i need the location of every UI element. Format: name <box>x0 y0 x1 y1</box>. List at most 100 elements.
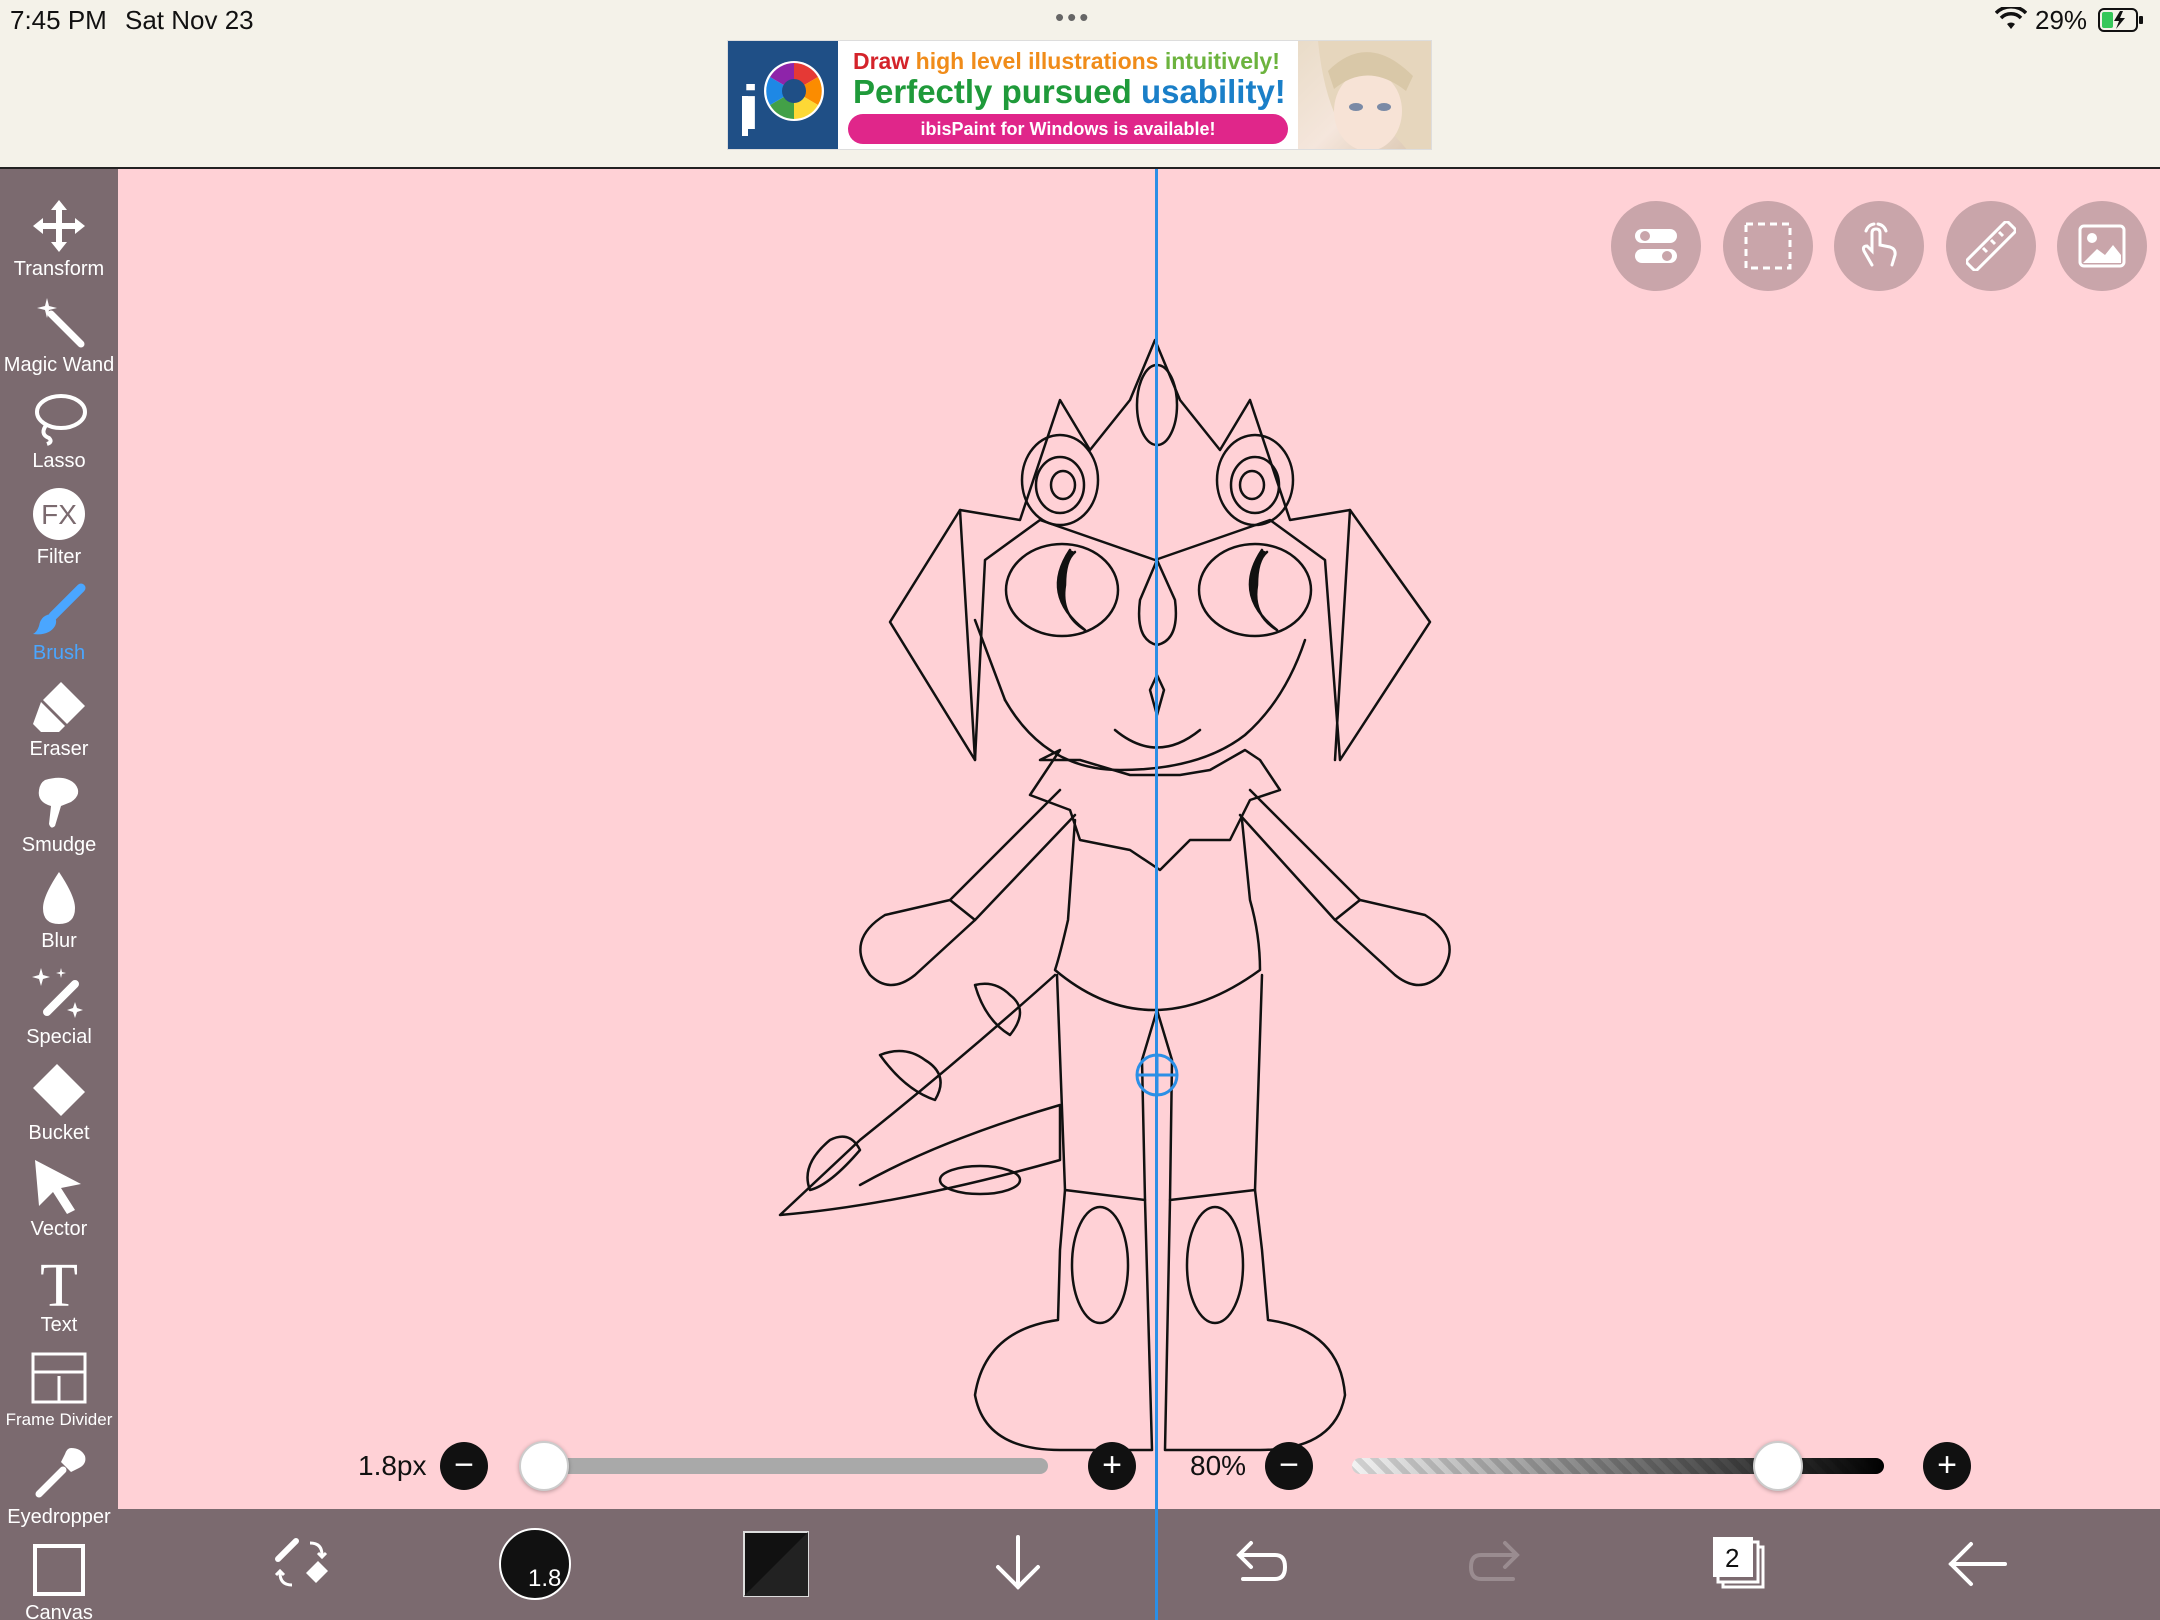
ad-word: Draw <box>853 48 910 74</box>
toggle-settings-button[interactable] <box>1611 201 1701 291</box>
download-button[interactable] <box>983 1529 1053 1599</box>
tool-label: Smudge <box>21 834 97 856</box>
tool-lasso[interactable]: Lasso <box>0 390 118 486</box>
brush-icon <box>33 583 86 635</box>
touch-gesture-button[interactable] <box>1834 201 1924 291</box>
tool-text[interactable]: T Text <box>0 1254 118 1350</box>
selection-icon <box>1744 222 1792 270</box>
drawing-canvas[interactable] <box>118 169 2160 1509</box>
status-time: 7:45 PM <box>10 5 107 35</box>
ruler-button[interactable] <box>1946 201 2036 291</box>
tool-blur[interactable]: Blur <box>0 870 118 966</box>
smudge-icon <box>38 777 79 828</box>
redo-icon <box>1468 1541 1520 1581</box>
ad-word: Perfectly pursued <box>853 73 1132 110</box>
vector-arrow-icon <box>35 1160 81 1214</box>
text-t-icon: T <box>40 1254 78 1310</box>
magic-wand-icon <box>37 298 85 348</box>
tool-bucket[interactable]: Bucket <box>0 1062 118 1158</box>
canvas-icon <box>33 1544 85 1596</box>
opacity-label: 80% <box>1190 1450 1247 1481</box>
battery-charging-icon <box>2098 8 2143 32</box>
brush-eraser-swap-button[interactable] <box>266 1529 336 1599</box>
lasso-icon <box>35 394 87 446</box>
opacity-increase-button[interactable]: + <box>1923 1442 1971 1490</box>
color-swatch-icon <box>743 1531 809 1597</box>
undo-icon <box>1236 1541 1288 1581</box>
ruler-icon <box>1966 221 2016 271</box>
tool-label: Canvas <box>25 1602 93 1620</box>
toggle-settings-icon <box>1635 229 1677 263</box>
brush-size-slider-knob[interactable] <box>519 1441 570 1491</box>
tool-special[interactable]: Special <box>0 966 118 1062</box>
tool-vector[interactable]: Vector <box>0 1158 118 1254</box>
tool-filter[interactable]: FX Filter <box>0 486 118 582</box>
brush-size-slider[interactable] <box>530 1458 1048 1474</box>
tool-label: Bucket <box>28 1122 90 1144</box>
opacity-decrease-button[interactable]: − <box>1265 1442 1313 1490</box>
layer-count: 2 <box>1725 1543 1740 1573</box>
tool-frame-divider[interactable]: Frame Divider <box>0 1350 118 1446</box>
redo-button[interactable] <box>1463 1529 1533 1599</box>
symmetry-ruler-guide[interactable] <box>1155 169 1158 1509</box>
tool-label: Text <box>40 1314 78 1336</box>
arrow-down-icon <box>996 1535 1040 1590</box>
tool-label: Special <box>26 1026 92 1048</box>
tool-label: Brush <box>32 642 86 664</box>
bucket-icon <box>33 1064 85 1116</box>
ad-word: high level illustrations <box>915 48 1159 74</box>
svg-text:FX: FX <box>41 499 77 530</box>
reference-image-icon <box>2078 224 2126 268</box>
brush-size-label: 1.8px <box>358 1450 427 1481</box>
tool-smudge[interactable]: Smudge <box>0 774 118 870</box>
tool-magic-wand[interactable]: Magic Wand <box>0 294 118 390</box>
ad-headline: Draw high level illustrations intuitivel… <box>853 48 1280 75</box>
eyedropper-icon <box>35 1448 86 1498</box>
tool-eraser[interactable]: Eraser <box>0 678 118 774</box>
back-button[interactable] <box>1943 1529 2013 1599</box>
ad-banner[interactable]: i Draw high level illustrations intuitiv… <box>727 40 1432 150</box>
selection-layer-button[interactable] <box>1723 201 1813 291</box>
tool-brush[interactable]: Brush <box>0 582 118 678</box>
tool-label: Frame Divider <box>5 1410 113 1429</box>
blur-drop-icon <box>43 872 75 924</box>
brush-size-increase-button[interactable]: + <box>1088 1442 1136 1490</box>
arrow-left-icon <box>1948 1542 2007 1586</box>
tool-label: Magic Wand <box>3 354 115 376</box>
brush-size-preview-button[interactable]: 1.8 <box>498 1527 572 1601</box>
ad-tagline: Perfectly pursued usability! <box>853 73 1286 111</box>
lineart-drawing <box>778 338 1451 1452</box>
bottom-toolbar: 1.8 2 <box>118 1509 2160 1620</box>
status-bar: 7:45 PM Sat Nov 23 ••• 29% <box>0 0 2160 40</box>
tool-label: Eyedropper <box>7 1506 111 1528</box>
frame-divider-icon <box>31 1352 87 1404</box>
tool-eyedropper[interactable]: Eyedropper <box>0 1446 118 1542</box>
status-date: Sat Nov 23 <box>125 5 254 35</box>
ruler-handle-icon[interactable] <box>1134 1052 1180 1098</box>
reference-image-button[interactable] <box>2057 201 2147 291</box>
tool-label: Blur <box>41 930 77 952</box>
opacity-slider-knob[interactable] <box>1752 1441 1803 1491</box>
move-arrows-icon <box>33 200 85 252</box>
brush-size-badge: 1.8 <box>528 1565 562 1592</box>
ibispaint-logo-icon: i <box>728 41 838 149</box>
undo-button[interactable] <box>1223 1529 1293 1599</box>
tool-label: Eraser <box>29 738 89 760</box>
ad-character-image <box>1298 41 1431 149</box>
color-picker-button[interactable] <box>743 1531 809 1597</box>
tool-label: Transform <box>13 258 105 280</box>
tool-transform[interactable]: Transform <box>0 198 118 294</box>
special-sparkle-icon <box>32 968 83 1018</box>
eraser-icon <box>33 682 85 732</box>
opacity-slider[interactable] <box>1352 1458 1884 1474</box>
ad-cta-pill[interactable]: ibisPaint for Windows is available! <box>848 114 1288 144</box>
touch-gesture-icon <box>1861 222 1897 267</box>
tool-label: Vector <box>30 1218 88 1240</box>
battery-percent: 29% <box>2035 5 2088 35</box>
brush-size-decrease-button[interactable]: − <box>440 1442 488 1490</box>
layers-button[interactable]: 2 <box>1703 1529 1773 1599</box>
svg-text:T: T <box>40 1254 78 1310</box>
multitasking-dots-icon[interactable]: ••• <box>1055 2 1091 33</box>
ad-word: usability! <box>1140 73 1286 110</box>
tool-canvas[interactable]: Canvas <box>0 1542 118 1620</box>
